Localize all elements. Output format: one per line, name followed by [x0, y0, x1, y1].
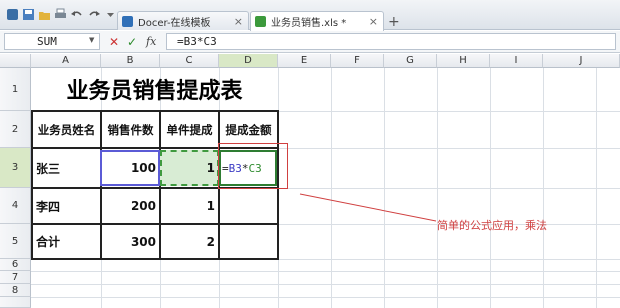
- annotation-text: 简单的公式应用，乘法: [437, 219, 547, 232]
- annotation-arrow: [299, 193, 437, 222]
